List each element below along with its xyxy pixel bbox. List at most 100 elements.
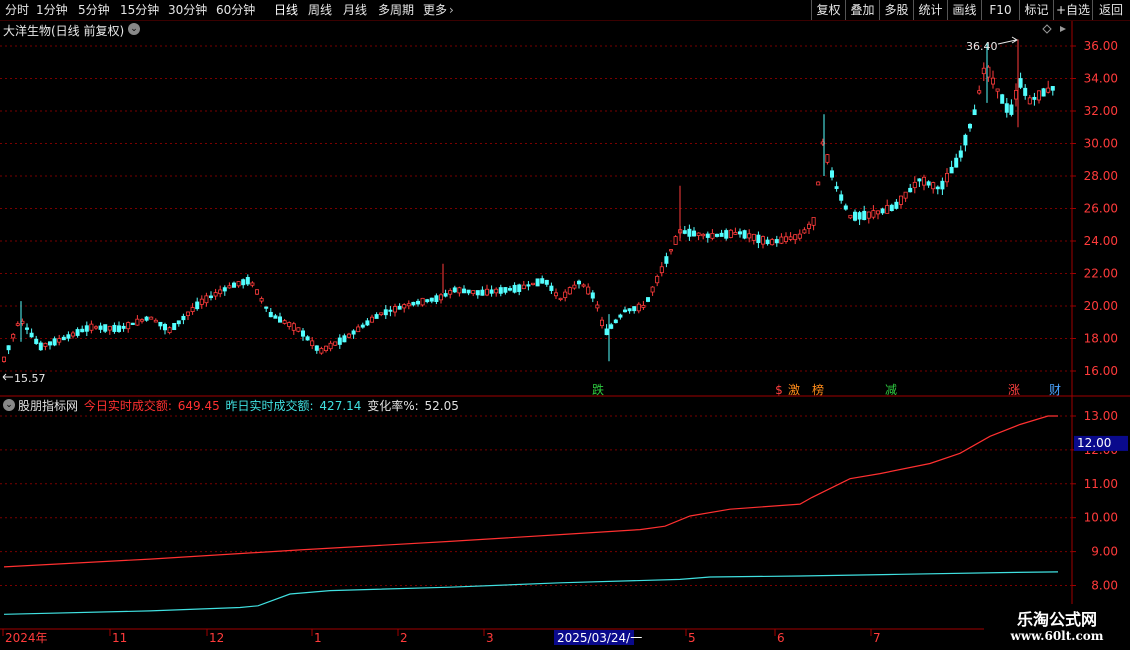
- today-turnover-line: [3, 415, 1058, 568]
- candle-body: [448, 290, 453, 295]
- candle-body: [627, 308, 632, 312]
- candle-body: [89, 323, 94, 331]
- date-tick-label: 6: [777, 631, 785, 645]
- candle-body: [75, 329, 80, 336]
- candle-body: [807, 223, 812, 229]
- candle-body: [554, 292, 559, 297]
- candle-body: [291, 323, 296, 331]
- candle-body: [144, 316, 149, 321]
- candle-body: [351, 330, 356, 335]
- add-watchlist-button[interactable]: +自选: [1053, 0, 1092, 20]
- candle-body: [43, 342, 48, 347]
- candle-body: [724, 230, 729, 239]
- candle-body: [1050, 86, 1055, 91]
- candle-body: [259, 298, 264, 302]
- period-tab-60min[interactable]: 60分钟: [216, 0, 255, 20]
- candle-body: [696, 232, 701, 236]
- kline-chart-area[interactable]: 36.0034.0032.0030.0028.0026.0024.0022.00…: [0, 21, 1130, 650]
- mark-button[interactable]: 标记: [1019, 0, 1053, 20]
- candle-body: [577, 280, 582, 285]
- today-turnover-value: 649.45: [177, 399, 220, 413]
- candle-body: [185, 311, 190, 317]
- event-marker-label[interactable]: 榜: [812, 382, 824, 397]
- period-tab-monthly[interactable]: 月线: [343, 0, 367, 20]
- date-tick-label: 5: [688, 631, 696, 645]
- period-tab-weekly[interactable]: 周线: [308, 0, 332, 20]
- event-marker-label[interactable]: 减: [885, 383, 897, 397]
- indicator-tick-label: 8.00: [1091, 579, 1118, 593]
- event-marker-label[interactable]: 涨: [1008, 382, 1020, 397]
- candle-body: [273, 315, 278, 319]
- indicator-name[interactable]: 股朋指标网: [18, 399, 78, 413]
- f10-button[interactable]: F10: [981, 0, 1019, 20]
- candle-body: [360, 324, 365, 328]
- period-tab-multi[interactable]: 多周期: [378, 0, 414, 20]
- period-tab-30min[interactable]: 30分钟: [168, 0, 207, 20]
- candle-body: [664, 256, 669, 264]
- candle-body: [549, 285, 554, 291]
- period-tab-5min[interactable]: 5分钟: [78, 0, 110, 20]
- candle-body: [958, 150, 963, 158]
- period-tab-fenshi[interactable]: 分时: [5, 0, 29, 20]
- candle-body: [954, 157, 959, 168]
- candle-body: [57, 338, 62, 343]
- candle-body: [103, 324, 108, 332]
- candle-body: [208, 295, 213, 299]
- chevron-down-icon[interactable]: ⌄: [128, 23, 140, 35]
- candle-body: [277, 316, 282, 323]
- candle-body: [15, 323, 20, 326]
- period-tab-1min[interactable]: 1分钟: [36, 0, 68, 20]
- candle-body: [130, 322, 135, 326]
- candle-body: [816, 181, 821, 186]
- overlay-button[interactable]: 叠加: [845, 0, 879, 20]
- candle-body: [245, 277, 250, 285]
- candle-body: [264, 306, 269, 309]
- event-marker-label[interactable]: 跌: [592, 382, 604, 397]
- chart-frame: [0, 21, 1130, 650]
- play-icon[interactable]: [1060, 26, 1066, 32]
- candle-body: [231, 282, 236, 288]
- candle-body: [181, 315, 186, 321]
- candle-body: [250, 282, 255, 286]
- candle-body: [544, 279, 549, 285]
- candle-body: [636, 303, 641, 312]
- period-tab-15min[interactable]: 15分钟: [120, 0, 159, 20]
- candle-body: [733, 231, 738, 235]
- candle-body: [149, 316, 154, 320]
- candle-body: [71, 332, 76, 337]
- multi-stock-button[interactable]: 多股: [879, 0, 913, 20]
- candle-body: [917, 178, 922, 182]
- candle-body: [779, 236, 784, 244]
- candle-body: [756, 234, 761, 244]
- candle-body: [912, 181, 917, 189]
- diamond-icon[interactable]: [1042, 24, 1052, 34]
- candle-body: [788, 236, 793, 240]
- event-marker-label[interactable]: $: [775, 383, 783, 397]
- draw-line-button[interactable]: 画线: [947, 0, 981, 20]
- indicator-tick-label: 13.00: [1084, 409, 1118, 423]
- date-tick-label: 2024年: [5, 631, 48, 645]
- event-marker-label[interactable]: 激: [788, 383, 800, 397]
- candle-body: [719, 232, 724, 237]
- candle-body: [894, 201, 899, 209]
- statistics-button[interactable]: 统计: [913, 0, 947, 20]
- candle-body: [1046, 87, 1051, 93]
- back-button[interactable]: 返回: [1092, 0, 1129, 20]
- fuquan-button[interactable]: 复权: [811, 0, 845, 20]
- chevron-down-icon[interactable]: ⌄: [3, 399, 15, 411]
- candle-body: [935, 186, 940, 190]
- candle-body: [342, 335, 347, 343]
- candle-body: [761, 236, 766, 245]
- candle-body: [406, 303, 411, 307]
- yesterday-turnover-line: [3, 571, 1059, 615]
- yesterday-turnover-label: 昨日实时成交额:: [225, 399, 314, 413]
- candle-body: [199, 298, 204, 305]
- candle-body: [429, 297, 434, 302]
- watermark: 乐淘公式网 www.60lt.com: [984, 604, 1130, 650]
- candle-body: [480, 289, 485, 296]
- event-marker-label[interactable]: 财: [1049, 383, 1061, 397]
- watermark-title: 乐淘公式网: [1016, 610, 1097, 629]
- period-tab-more[interactable]: 更多: [423, 0, 447, 20]
- candle-body: [977, 90, 982, 94]
- period-tab-daily[interactable]: 日线: [274, 0, 298, 20]
